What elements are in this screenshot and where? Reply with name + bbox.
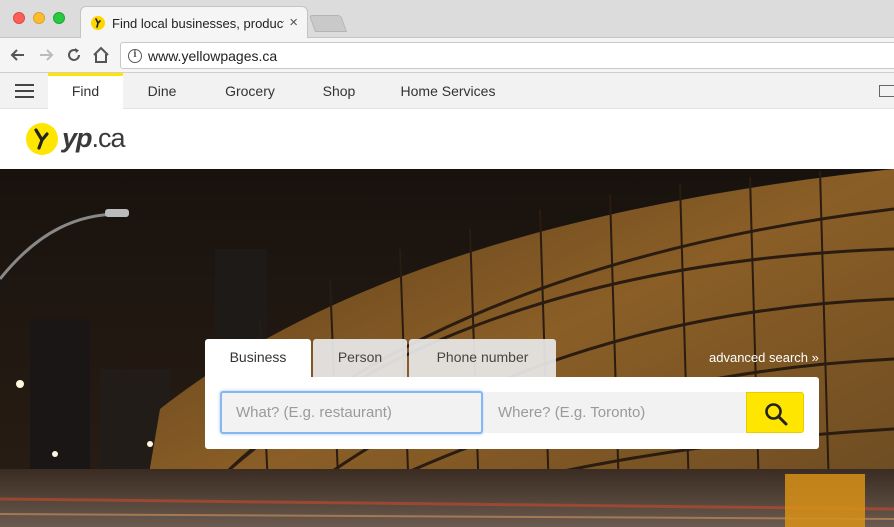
where-search-input[interactable] xyxy=(484,392,747,433)
new-tab-button[interactable] xyxy=(308,15,348,32)
tab-close-icon[interactable]: × xyxy=(289,14,298,31)
minimize-window-button[interactable] xyxy=(33,12,45,24)
search-panel xyxy=(205,377,819,449)
forward-arrow-icon[interactable] xyxy=(36,45,56,65)
mail-icon[interactable] xyxy=(879,85,894,97)
url-text: www.yellowpages.ca xyxy=(148,48,278,64)
yp-favicon-icon xyxy=(91,16,105,30)
nav-item-home-services[interactable]: Home Services xyxy=(396,73,500,109)
back-arrow-icon[interactable] xyxy=(8,45,28,65)
site-header: yp.ca xyxy=(0,109,894,169)
tab-person[interactable]: Person xyxy=(313,339,407,377)
site-nav: Find Dine Grocery Shop Home Services xyxy=(0,73,894,109)
nav-item-shop[interactable]: Shop xyxy=(314,73,364,109)
nav-item-grocery[interactable]: Grocery xyxy=(218,73,282,109)
tab-title: Find local businesses, products xyxy=(112,16,284,31)
hamburger-menu-icon[interactable] xyxy=(15,84,34,98)
home-icon[interactable] xyxy=(91,45,111,65)
yp-logo-icon[interactable] xyxy=(26,123,58,155)
search-button[interactable] xyxy=(746,392,804,433)
tab-business[interactable]: Business xyxy=(205,339,311,377)
reload-icon[interactable] xyxy=(64,45,84,65)
maximize-window-button[interactable] xyxy=(53,12,65,24)
close-window-button[interactable] xyxy=(13,12,25,24)
address-bar[interactable]: i www.yellowpages.ca xyxy=(120,42,894,69)
nav-item-find[interactable]: Find xyxy=(48,73,123,109)
nav-item-dine[interactable]: Dine xyxy=(135,73,189,109)
what-search-input[interactable] xyxy=(220,391,483,434)
browser-titlebar: Find local businesses, products × xyxy=(0,0,894,38)
tab-phone-number[interactable]: Phone number xyxy=(409,339,556,377)
yp-logo-text[interactable]: yp.ca xyxy=(62,123,126,154)
advanced-search-link[interactable]: advanced search » xyxy=(709,350,819,365)
search-icon xyxy=(765,403,788,426)
info-icon[interactable]: i xyxy=(128,49,142,63)
browser-tab[interactable]: Find local businesses, products × xyxy=(80,6,308,38)
browser-toolbar: i www.yellowpages.ca xyxy=(0,38,894,73)
